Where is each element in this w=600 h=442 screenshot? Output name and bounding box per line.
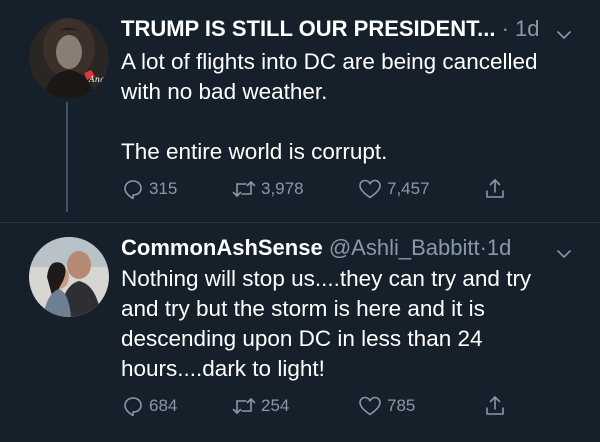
heart-icon bbox=[359, 396, 381, 416]
avatar[interactable] bbox=[29, 237, 109, 317]
retweet-count: 3,978 bbox=[261, 179, 304, 198]
share-button[interactable] bbox=[483, 176, 511, 202]
display-name[interactable]: CommonAshSense bbox=[121, 235, 323, 260]
like-button[interactable]: 785 bbox=[357, 393, 415, 419]
timestamp[interactable]: 1d bbox=[487, 235, 511, 260]
separator: · bbox=[501, 16, 509, 41]
like-count: 7,457 bbox=[387, 179, 430, 198]
avatar[interactable]: Angel bbox=[29, 18, 109, 98]
tweet-text: A lot of flights into DC are being cance… bbox=[121, 49, 538, 164]
separator: · bbox=[479, 235, 487, 260]
heart-icon bbox=[359, 179, 381, 199]
retweet-button[interactable]: 254 bbox=[231, 393, 289, 419]
share-icon bbox=[486, 396, 504, 415]
retweet-icon bbox=[232, 398, 256, 414]
avatar-image: Angel bbox=[29, 18, 109, 98]
reply-button[interactable]: 684 bbox=[121, 393, 177, 419]
timestamp[interactable]: 1d bbox=[515, 16, 539, 41]
avatar-caption: Angel bbox=[88, 75, 109, 84]
reply-button[interactable]: 315 bbox=[121, 176, 177, 202]
user-handle[interactable]: @Ashli_Babbitt bbox=[329, 235, 480, 260]
reply-count: 315 bbox=[149, 179, 178, 198]
tweet[interactable]: Angel TRUMP IS STILL OUR PRESIDENT... · … bbox=[0, 0, 600, 222]
tweet-header: TRUMP IS STILL OUR PRESIDENT... · 1d bbox=[121, 14, 580, 44]
tweet-actions: 315 3,978 7,457 bbox=[121, 176, 580, 202]
tweet-header: CommonAshSense @Ashli_Babbitt·1d bbox=[121, 233, 580, 263]
reply-icon bbox=[124, 397, 142, 417]
tweet[interactable]: CommonAshSense @Ashli_Babbitt·1d Nothing… bbox=[0, 222, 600, 442]
share-icon bbox=[486, 179, 504, 198]
avatar-image bbox=[29, 237, 109, 317]
like-button[interactable]: 7,457 bbox=[357, 176, 430, 202]
tweet-actions: 684 254 785 bbox=[121, 393, 580, 419]
retweet-icon bbox=[232, 181, 256, 197]
reply-icon bbox=[124, 180, 142, 200]
tweet-text: Nothing will stop us....they can try and… bbox=[121, 266, 532, 381]
reply-count: 684 bbox=[149, 396, 178, 415]
retweet-count: 254 bbox=[261, 396, 290, 415]
like-count: 785 bbox=[387, 396, 416, 415]
retweet-button[interactable]: 3,978 bbox=[231, 176, 304, 202]
display-name[interactable]: TRUMP IS STILL OUR PRESIDENT... bbox=[121, 16, 495, 41]
share-button[interactable] bbox=[483, 393, 511, 419]
